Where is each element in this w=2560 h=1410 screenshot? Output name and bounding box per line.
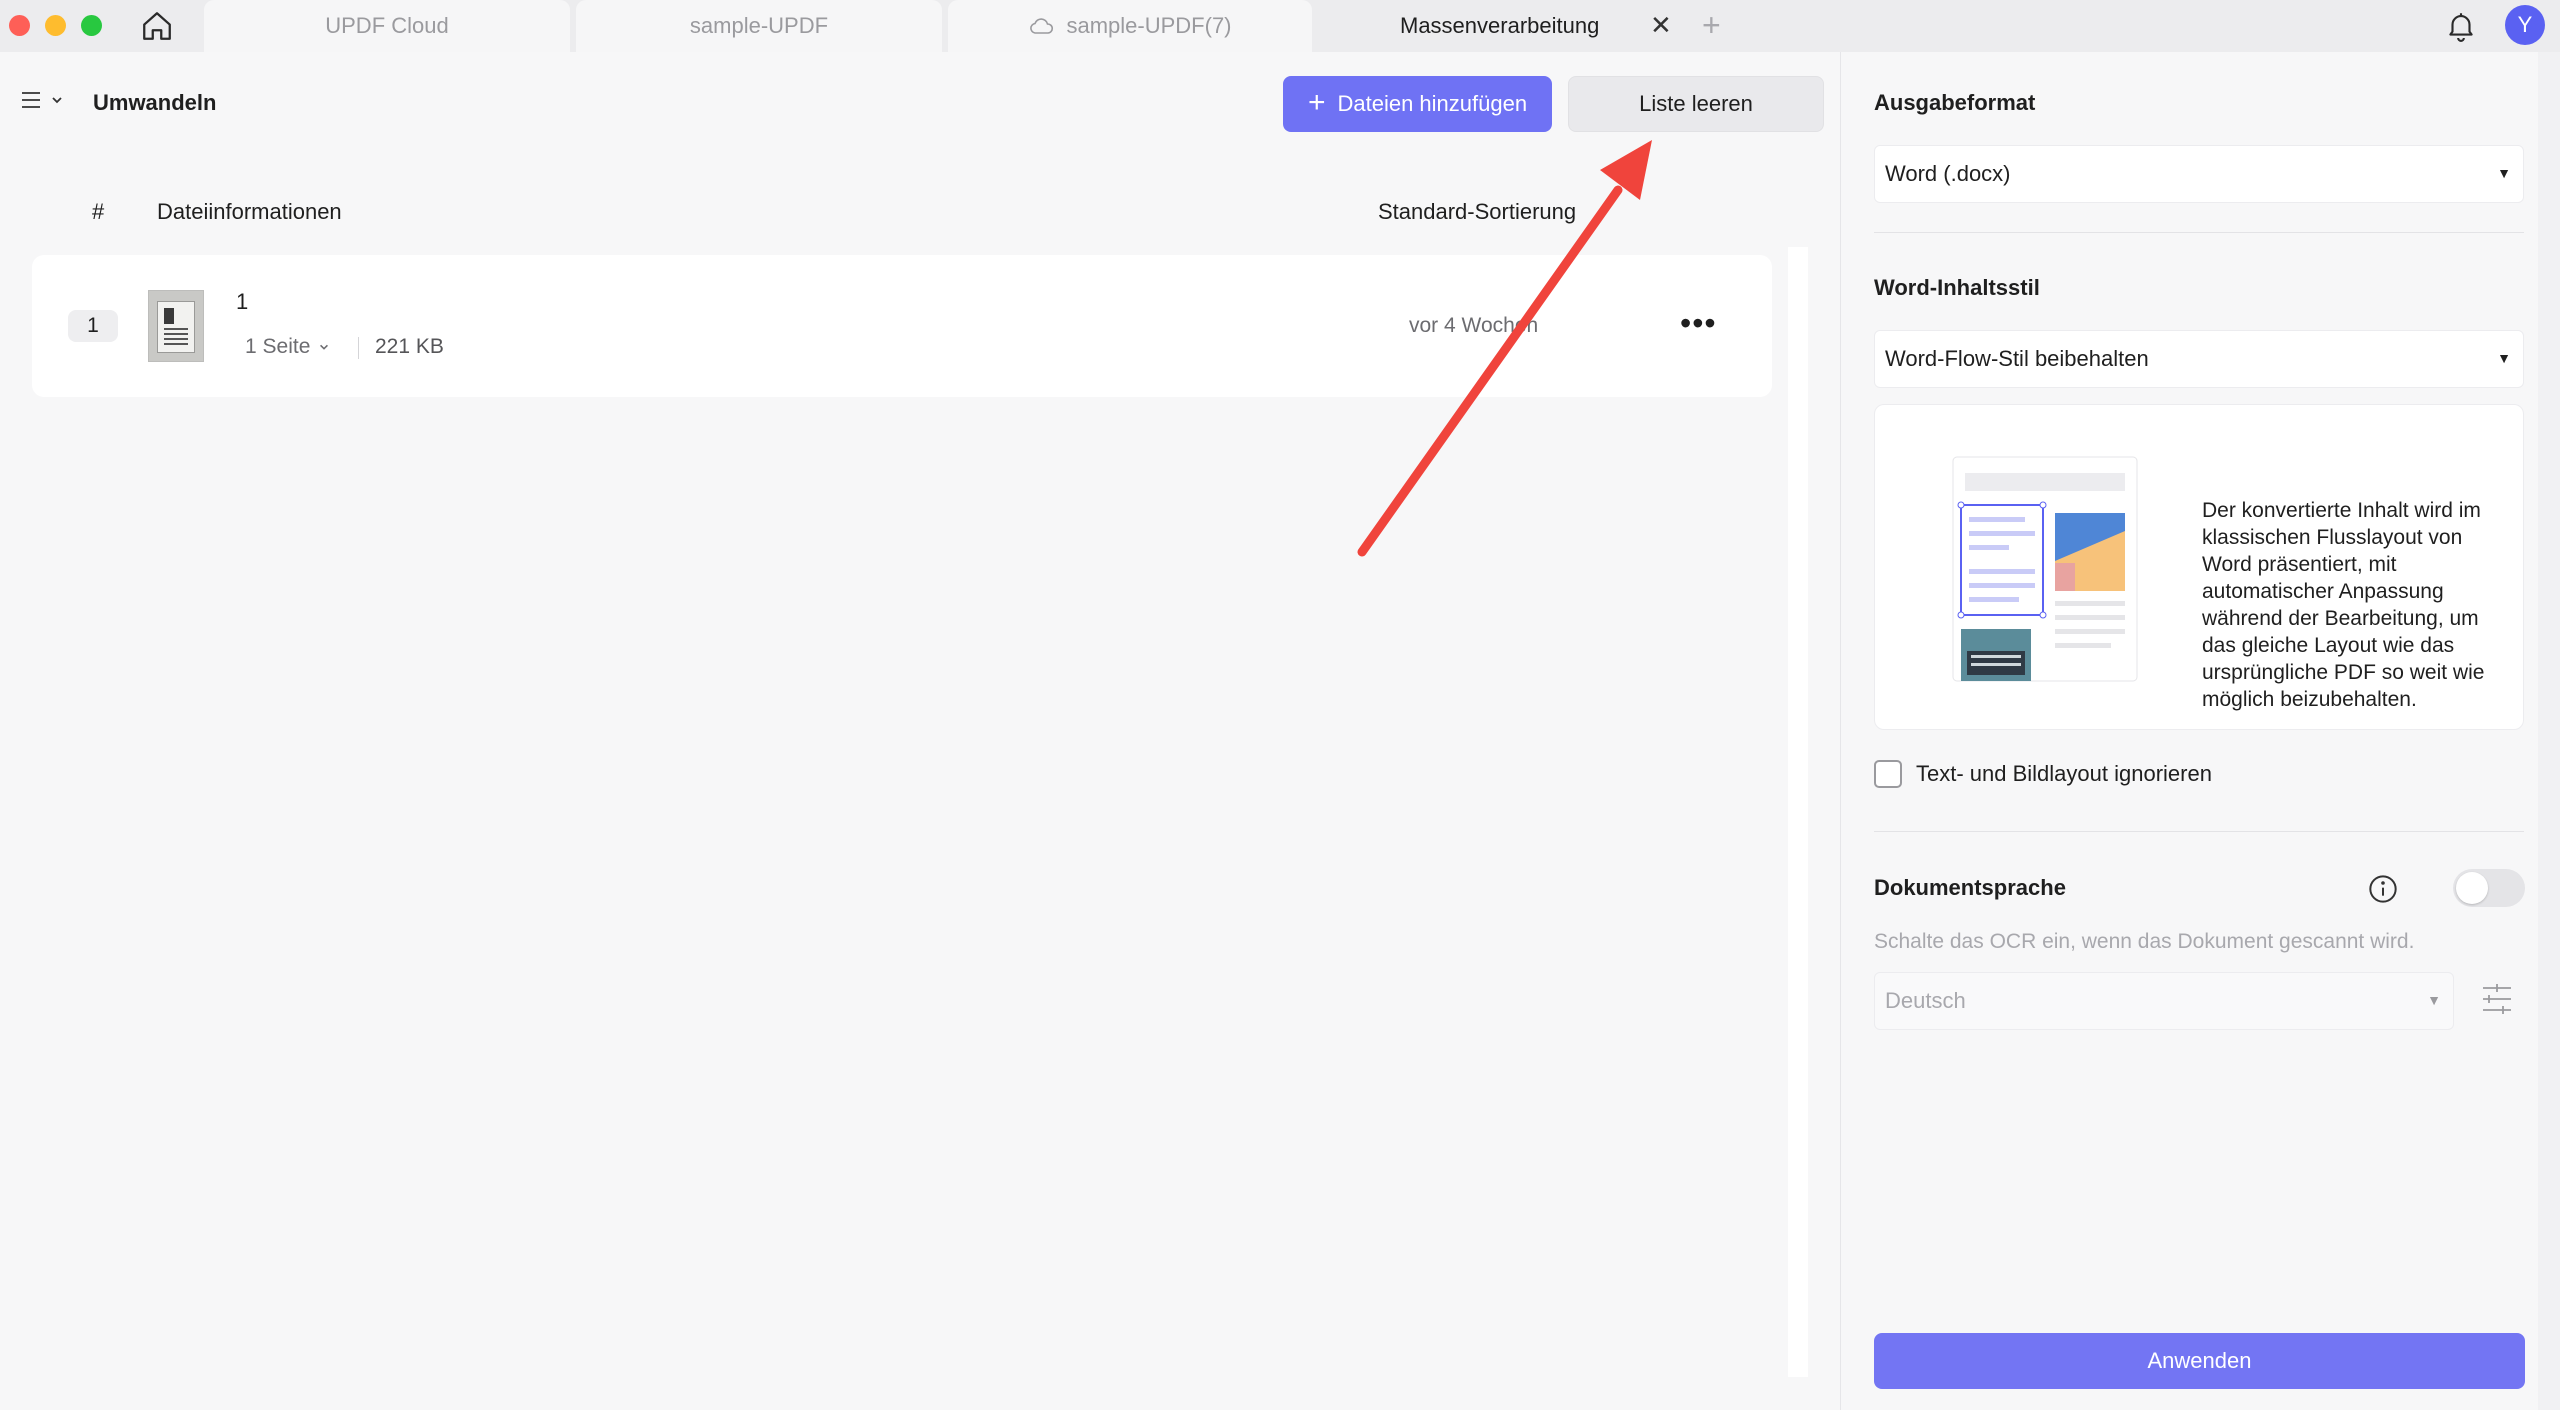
clear-list-label: Liste leeren xyxy=(1639,91,1753,116)
content-style-description: Der konvertierte Inhalt wird im klassisc… xyxy=(2202,499,2485,711)
content-style-select[interactable]: Word-Flow-Stil beibehalten ▼ xyxy=(1874,330,2524,388)
language-select[interactable]: Deutsch ▼ xyxy=(1874,972,2454,1030)
window-minimize-button[interactable] xyxy=(45,15,66,36)
tab-label: sample-UPDF(7) xyxy=(1066,13,1232,38)
home-button[interactable] xyxy=(138,8,176,44)
file-list-pane: Umwandeln + Dateien hinzufügen Liste lee… xyxy=(0,52,1840,1410)
ignore-layout-label: Text- und Bildlayout ignorieren xyxy=(1916,761,2212,786)
menu-button[interactable] xyxy=(20,89,64,111)
content-style-value: Word-Flow-Stil beibehalten xyxy=(1885,346,2149,371)
content-style-preview-card: Der konvertierte Inhalt wird im klassisc… xyxy=(1874,404,2524,730)
title-bar: UPDF Cloud sample-UPDF sample-UPDF(7) Ma… xyxy=(0,0,2560,52)
scrollbar[interactable] xyxy=(2538,52,2560,1410)
scrollbar[interactable] xyxy=(1788,247,1808,1377)
avatar[interactable]: Y xyxy=(2505,5,2545,45)
bell-icon xyxy=(2449,13,2473,42)
file-size: 221 KB xyxy=(375,335,444,358)
more-options-icon[interactable]: ••• xyxy=(1680,305,1717,342)
close-tab-icon[interactable]: ✕ xyxy=(1650,10,1672,41)
sort-dropdown[interactable]: Standard-Sortierung xyxy=(1378,199,1576,225)
caret-down-icon: ▼ xyxy=(2427,992,2441,1008)
output-format-select[interactable]: Word (.docx) ▼ xyxy=(1874,145,2524,203)
language-value: Deutsch xyxy=(1885,988,1966,1013)
chevron-down-icon xyxy=(320,344,329,350)
flow-layout-illustration xyxy=(1952,456,2138,682)
ignore-layout-checkbox[interactable] xyxy=(1874,760,1902,788)
caret-down-icon: ▼ xyxy=(2497,165,2511,181)
output-format-value: Word (.docx) xyxy=(1885,161,2011,186)
divider xyxy=(358,337,359,359)
avatar-initial: Y xyxy=(2517,12,2533,37)
ocr-toggle[interactable] xyxy=(2453,869,2525,907)
add-files-label: Dateien hinzufügen xyxy=(1337,91,1528,116)
tab-label: UPDF Cloud xyxy=(325,13,449,38)
file-date: vor 4 Wochen xyxy=(1409,314,1539,337)
tab-label: sample-UPDF xyxy=(689,13,829,38)
ignore-layout-option[interactable]: Text- und Bildlayout ignorieren xyxy=(1874,760,2212,788)
tab-sample-updf[interactable]: sample-UPDF xyxy=(576,0,942,52)
home-icon xyxy=(143,12,171,40)
new-tab-button[interactable]: + xyxy=(1702,7,1721,44)
sliders-icon[interactable] xyxy=(2481,982,2513,1016)
tab-label: Massenverarbeitung xyxy=(1400,13,1600,38)
add-files-button[interactable]: + Dateien hinzufügen xyxy=(1283,76,1552,132)
info-icon[interactable] xyxy=(2367,873,2399,905)
content-style-heading: Word-Inhaltsstil xyxy=(1874,275,2040,300)
settings-pane: Ausgabeformat Word (.docx) ▼ Word-Inhalt… xyxy=(1841,52,2560,1410)
ocr-hint: Schalte das OCR ein, wenn das Dokument g… xyxy=(1874,930,2415,953)
output-format-heading: Ausgabeformat xyxy=(1874,90,2036,115)
toggle-knob xyxy=(2456,872,2488,904)
clear-list-button[interactable]: Liste leeren xyxy=(1568,76,1824,132)
tab-massenverarbeitung[interactable]: Massenverarbeitung ✕ xyxy=(1320,0,1690,52)
cloud-icon xyxy=(1030,18,1054,34)
tab-updf-cloud[interactable]: UPDF Cloud xyxy=(204,0,570,52)
notifications-button[interactable] xyxy=(2444,9,2478,48)
column-header-file-info: Dateiinformationen xyxy=(157,199,342,224)
tab-sample-updf-cloud[interactable]: sample-UPDF(7) xyxy=(948,0,1312,52)
file-thumbnail xyxy=(148,290,204,362)
window-zoom-button[interactable] xyxy=(81,15,102,36)
plus-icon: + xyxy=(1307,85,1326,119)
column-header-index: # xyxy=(92,199,105,224)
file-name: 1 xyxy=(236,289,249,314)
divider xyxy=(1874,831,2524,832)
page-title: Umwandeln xyxy=(93,90,217,115)
page-count: 1 Seite xyxy=(245,335,311,358)
window-close-button[interactable] xyxy=(9,15,30,36)
hamburger-menu-icon xyxy=(22,92,40,108)
page-range-dropdown[interactable]: 1 Seite xyxy=(245,335,330,359)
divider xyxy=(1874,232,2524,233)
table-row[interactable]: 1 1 1 Seite 221 KB vor 4 Wochen ••• xyxy=(32,255,1772,397)
caret-down-icon: ▼ xyxy=(2497,350,2511,366)
apply-label: Anwenden xyxy=(2147,1348,2252,1373)
row-index-badge: 1 xyxy=(68,310,118,342)
chevron-down-icon xyxy=(52,97,62,104)
document-language-heading: Dokumentsprache xyxy=(1874,875,2066,900)
apply-button[interactable]: Anwenden xyxy=(1874,1333,2525,1389)
